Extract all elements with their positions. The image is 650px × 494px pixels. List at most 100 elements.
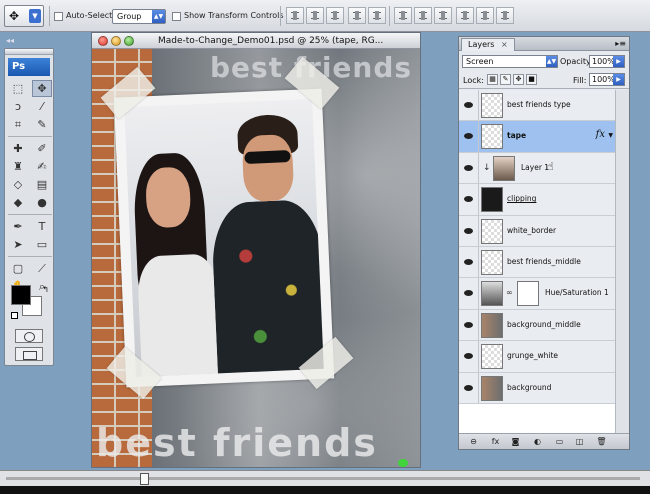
toolbox-handle[interactable] (5, 49, 53, 55)
minimize-window-button[interactable] (111, 36, 121, 46)
auto-select-checkbox[interactable] (54, 12, 63, 21)
adjustment-layer-icon[interactable]: ◐ (531, 436, 544, 447)
layer-row[interactable]: white_border (459, 215, 615, 247)
blend-mode-value: Screen (466, 57, 494, 66)
layer-row[interactable]: clipping (459, 184, 615, 216)
gradient-tool-icon[interactable]: ▤ (32, 176, 52, 193)
pen-tool-icon[interactable]: ✒ (8, 218, 28, 235)
layer-row[interactable]: best friends_middle (459, 246, 615, 279)
chevron-right-icon[interactable]: ▶ (613, 74, 624, 85)
layer-row-selected[interactable]: tape fx ▼ (459, 121, 615, 153)
fill-field[interactable]: 100% ▶ (589, 73, 625, 86)
visibility-eye-icon[interactable] (459, 152, 479, 184)
visibility-eye-icon[interactable] (459, 309, 479, 341)
layers-scrollbar[interactable] (615, 90, 629, 435)
trash-icon[interactable]: 🗑 (595, 436, 608, 447)
panel-menu-icon[interactable]: ▸≡ (615, 39, 626, 48)
lock-pixels-icon[interactable]: ✎ (500, 74, 511, 85)
scrubber-track[interactable] (6, 477, 640, 480)
dodge-tool-icon[interactable]: ● (32, 194, 52, 211)
screen-mode-button[interactable] (15, 347, 43, 361)
layer-row[interactable]: best friends type (459, 90, 615, 122)
zoom-window-button[interactable] (124, 36, 134, 46)
crop-tool-icon[interactable]: ⌗ (8, 116, 28, 133)
chain-link-icon[interactable]: ∞ (506, 288, 513, 297)
divider (389, 6, 390, 26)
notes-tool-icon[interactable]: ▢ (8, 260, 28, 277)
link-layers-icon[interactable]: ⊖ (467, 436, 480, 447)
document-canvas[interactable]: best friends best friends (92, 49, 420, 467)
distribute-right-button[interactable] (496, 7, 514, 24)
divider (8, 136, 52, 137)
fx-icon[interactable]: fx (596, 129, 605, 140)
visibility-eye-icon[interactable] (459, 90, 479, 121)
shape-tool-icon[interactable]: ▭ (32, 236, 52, 253)
lock-transparency-icon[interactable]: ▦ (487, 74, 498, 85)
align-bottom-button[interactable] (326, 7, 344, 24)
scrubber-handle[interactable] (140, 473, 149, 485)
sunglasses (244, 150, 291, 165)
layer-row[interactable]: background_middle (459, 309, 615, 342)
magic-wand-tool-icon[interactable]: ⁄ (32, 98, 52, 115)
layers-panel-footer: ⊖ fx ◙ ◐ ▭ ◫ 🗑 (459, 433, 629, 449)
lock-all-icon[interactable]: ■ (526, 74, 537, 85)
lasso-tool-icon[interactable]: ↄ (8, 98, 28, 115)
visibility-eye-icon[interactable] (459, 278, 479, 309)
eraser-tool-icon[interactable]: ◇ (8, 176, 28, 193)
new-layer-icon[interactable]: ◫ (573, 436, 586, 447)
align-hcenter-button[interactable] (368, 7, 386, 24)
opacity-field[interactable]: 100% ▶ (589, 55, 625, 68)
align-left-button[interactable] (348, 7, 366, 24)
swap-colors-icon[interactable]: ↰ (42, 285, 49, 294)
show-transform-checkbox[interactable] (172, 12, 181, 21)
clone-stamp-tool-icon[interactable]: ♜ (8, 158, 28, 175)
tool-preset-picker[interactable]: ✥ ▼ (4, 5, 44, 27)
document-titlebar[interactable]: Made-to-Change_Demo01.psd @ 25% (tape, R… (92, 33, 420, 49)
distribute-vcenter-button[interactable] (414, 7, 432, 24)
chevron-down-icon: ▲▼ (546, 56, 557, 67)
path-selection-tool-icon[interactable]: ➤ (8, 236, 28, 253)
close-icon[interactable]: × (501, 40, 508, 49)
quick-mask-button[interactable] (15, 329, 43, 343)
visibility-eye-icon[interactable] (459, 121, 479, 152)
chevron-down-icon[interactable]: ▼ (608, 132, 613, 139)
fx-icon[interactable]: fx (489, 436, 502, 447)
history-brush-tool-icon[interactable]: ✍ (32, 158, 52, 175)
close-window-button[interactable] (98, 36, 108, 46)
visibility-eye-icon[interactable] (459, 184, 479, 215)
distribute-left-button[interactable] (456, 7, 474, 24)
healing-brush-tool-icon[interactable]: ✚ (8, 140, 28, 157)
layer-row[interactable]: ↓ Layer 1 ☝ (459, 152, 615, 185)
layers-panel-header[interactable]: Layers × ▸≡ (459, 37, 629, 51)
visibility-eye-icon[interactable] (459, 246, 479, 278)
layer-row[interactable]: ∞ Hue/Saturation 1 (459, 278, 615, 310)
default-colors-icon[interactable] (11, 312, 18, 319)
eyedropper-tool-icon[interactable]: ⟋ (32, 260, 52, 277)
lock-position-icon[interactable]: ✥ (513, 74, 524, 85)
marquee-tool-icon[interactable]: ⬚ (8, 80, 28, 97)
brush-tool-icon[interactable]: ✐ (32, 140, 52, 157)
align-vcenter-button[interactable] (306, 7, 324, 24)
divider (8, 214, 52, 215)
add-mask-icon[interactable]: ◙ (509, 436, 522, 447)
type-tool-icon[interactable]: T (32, 218, 52, 235)
align-top-button[interactable] (286, 7, 304, 24)
move-tool-icon[interactable]: ✥ (32, 80, 52, 97)
collapse-toolbox-icon[interactable]: ◂◂ (6, 36, 14, 45)
layer-row[interactable]: background (459, 372, 615, 404)
chevron-right-icon[interactable]: ▶ (613, 56, 624, 67)
blur-tool-icon[interactable]: ◆ (8, 194, 28, 211)
auto-select-dropdown[interactable]: Group ▲▼ (112, 9, 166, 24)
foreground-color-swatch[interactable] (11, 285, 31, 305)
tab-layers[interactable]: Layers × (461, 38, 515, 51)
visibility-eye-icon[interactable] (459, 372, 479, 403)
visibility-eye-icon[interactable] (459, 215, 479, 246)
layer-row[interactable]: grunge_white (459, 341, 615, 373)
slice-tool-icon[interactable]: ✎ (32, 116, 52, 133)
distribute-top-button[interactable] (394, 7, 412, 24)
distribute-hcenter-button[interactable] (476, 7, 494, 24)
blend-mode-dropdown[interactable]: Screen ▲▼ (462, 55, 558, 68)
visibility-eye-icon[interactable] (459, 341, 479, 372)
new-group-icon[interactable]: ▭ (553, 436, 566, 447)
distribute-bottom-button[interactable] (434, 7, 452, 24)
